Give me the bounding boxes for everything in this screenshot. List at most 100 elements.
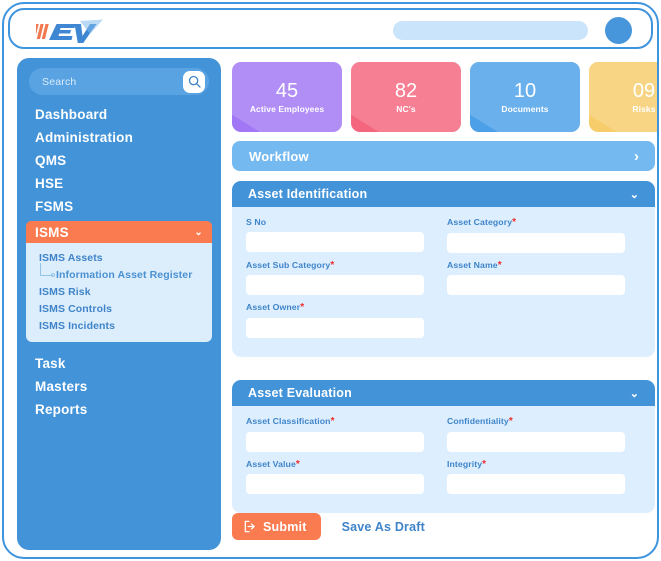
sidebar-subitem-label: ISMS Risk: [39, 285, 91, 298]
integrity-input[interactable]: [447, 474, 625, 494]
global-search-input[interactable]: [393, 21, 588, 40]
sidebar-item-administration[interactable]: Administration: [17, 126, 221, 149]
chevron-down-icon: ⌄: [629, 387, 639, 400]
chevron-right-icon: ›: [634, 147, 639, 165]
form-row: Asset Classification* Confidentiality*: [246, 416, 641, 452]
panel-title: Asset Evaluation: [248, 386, 352, 400]
sidebar-item-label: Reports: [35, 402, 88, 417]
asset-category-input[interactable]: [447, 232, 625, 253]
search-icon[interactable]: [183, 70, 205, 93]
stat-card-documents[interactable]: 10 Documents: [470, 62, 580, 132]
chevron-down-icon: ⌄: [629, 188, 639, 201]
sidebar-search[interactable]: Search: [29, 68, 209, 95]
required-marker: *: [330, 416, 335, 427]
form-row: S No Asset Category*: [246, 217, 641, 253]
required-marker: *: [300, 302, 305, 313]
save-as-draft-button[interactable]: Save As Draft: [342, 520, 425, 534]
asset-name-input[interactable]: [447, 275, 625, 295]
panel-body: S No Asset Category* Asset Sub Category*: [232, 207, 655, 357]
stat-card-risks[interactable]: 09 Risks: [589, 62, 657, 132]
field-confidentiality: Confidentiality*: [447, 416, 625, 452]
sidebar-item-fsms[interactable]: FSMS: [17, 195, 221, 218]
field-label: Integrity*: [447, 458, 487, 470]
sidebar-subitem-isms-risk[interactable]: ISMS Risk: [26, 283, 212, 300]
stat-card-ncs[interactable]: 82 NC's: [351, 62, 461, 132]
sidebar-item-task[interactable]: Task: [17, 352, 221, 375]
sidebar-item-qms[interactable]: QMS: [17, 149, 221, 172]
submit-button-label: Submit: [263, 519, 307, 534]
field-asset-value: Asset Value*: [246, 458, 424, 494]
sidebar-subitem-isms-assets[interactable]: ISMS Assets: [26, 249, 212, 266]
asset-value-input[interactable]: [246, 474, 424, 494]
sidebar-item-dashboard[interactable]: Dashboard: [17, 103, 221, 126]
stat-value: 45: [275, 79, 299, 102]
sidebar-item-isms[interactable]: ISMS ⌄: [26, 221, 212, 243]
field-asset-category: Asset Category*: [447, 217, 625, 253]
asset-owner-input[interactable]: [246, 317, 424, 338]
required-marker: *: [512, 217, 517, 228]
field-asset-classification: Asset Classification*: [246, 416, 424, 452]
workflow-bar[interactable]: Workflow ›: [232, 141, 655, 171]
sidebar-item-masters[interactable]: Masters: [17, 375, 221, 398]
body-area: Search Dashboard Administration QMS HSE: [4, 53, 657, 557]
submit-button[interactable]: Submit: [232, 513, 321, 540]
main-content: 45 Active Employees 82 NC's 10 Documents…: [229, 53, 657, 557]
field-label: Confidentiality*: [447, 416, 513, 427]
tree-node-dot-icon: [51, 273, 55, 277]
stat-value: 82: [394, 79, 418, 102]
sidebar-item-label: HSE: [35, 176, 64, 191]
field-label: Asset Name*: [447, 259, 502, 271]
sidebar-subitem-isms-incidents[interactable]: ISMS Incidents: [26, 317, 212, 334]
stat-value: 10: [513, 79, 537, 102]
top-bar: [8, 8, 653, 49]
required-marker: *: [508, 416, 513, 427]
stat-value: 09: [632, 79, 656, 102]
s-no-input[interactable]: [246, 231, 424, 252]
sidebar-subitem-label: ISMS Assets: [39, 251, 103, 264]
field-label: Asset Classification*: [246, 416, 335, 427]
required-marker: *: [497, 259, 502, 271]
field-asset-name: Asset Name*: [447, 259, 625, 295]
sidebar-item-label: Task: [35, 356, 66, 371]
panel-header[interactable]: Asset Evaluation ⌄: [232, 380, 655, 406]
asset-classification-input[interactable]: [246, 431, 424, 452]
sidebar-item-hse[interactable]: HSE: [17, 172, 221, 195]
required-marker: *: [482, 458, 487, 470]
sidebar-item-label: Masters: [35, 379, 88, 394]
sidebar-subitem-isms-controls[interactable]: ISMS Controls: [26, 300, 212, 317]
sidebar-subitem-label: Information Asset Register: [56, 268, 193, 281]
field-label: Asset Owner*: [246, 302, 305, 313]
device-frame: Search Dashboard Administration QMS HSE: [2, 2, 659, 559]
panel-header[interactable]: Asset Identification ⌄: [232, 181, 655, 207]
form-row: Asset Value* Integrity*: [246, 458, 641, 494]
form-row: Asset Owner*: [246, 302, 641, 338]
asset-sub-category-input[interactable]: [246, 275, 424, 295]
sidebar-subitem-information-asset-register[interactable]: Information Asset Register: [26, 263, 212, 283]
ev-logo-icon[interactable]: [31, 18, 104, 44]
panel-body: Asset Classification* Confidentiality* A…: [232, 406, 655, 513]
sidebar-item-reports[interactable]: Reports: [17, 398, 221, 421]
stat-label: Risks: [632, 103, 656, 114]
panel-asset-identification: Asset Identification ⌄ S No Asset Catego…: [232, 181, 655, 357]
sign-in-arrow-icon: [243, 520, 256, 533]
chevron-down-icon: ⌄: [194, 226, 203, 238]
sidebar-bottom-group: Task Masters Reports: [17, 352, 221, 421]
sidebar-item-label: FSMS: [35, 199, 74, 214]
panel-asset-evaluation: Asset Evaluation ⌄ Asset Classification*…: [232, 380, 655, 513]
sidebar-subitem-label: ISMS Controls: [39, 302, 113, 315]
field-asset-sub-category: Asset Sub Category*: [246, 259, 424, 295]
sidebar-item-label: ISMS: [35, 224, 69, 240]
workflow-label: Workflow: [249, 148, 309, 164]
field-label: Asset Sub Category*: [246, 259, 335, 271]
user-avatar-icon[interactable]: [605, 17, 632, 44]
field-asset-owner: Asset Owner*: [246, 302, 424, 338]
stat-label: Active Employees: [249, 103, 325, 114]
confidentiality-input[interactable]: [447, 431, 625, 452]
sidebar-submenu-isms: ISMS Assets Information Asset Register I…: [26, 243, 212, 342]
stat-card-active-employees[interactable]: 45 Active Employees: [232, 62, 342, 132]
sidebar: Search Dashboard Administration QMS HSE: [17, 58, 221, 550]
form-row: Asset Sub Category* Asset Name*: [246, 259, 641, 295]
field-label: Asset Value*: [246, 458, 300, 470]
field-label: Asset Category*: [447, 217, 517, 228]
sidebar-item-label: Dashboard: [35, 107, 108, 122]
